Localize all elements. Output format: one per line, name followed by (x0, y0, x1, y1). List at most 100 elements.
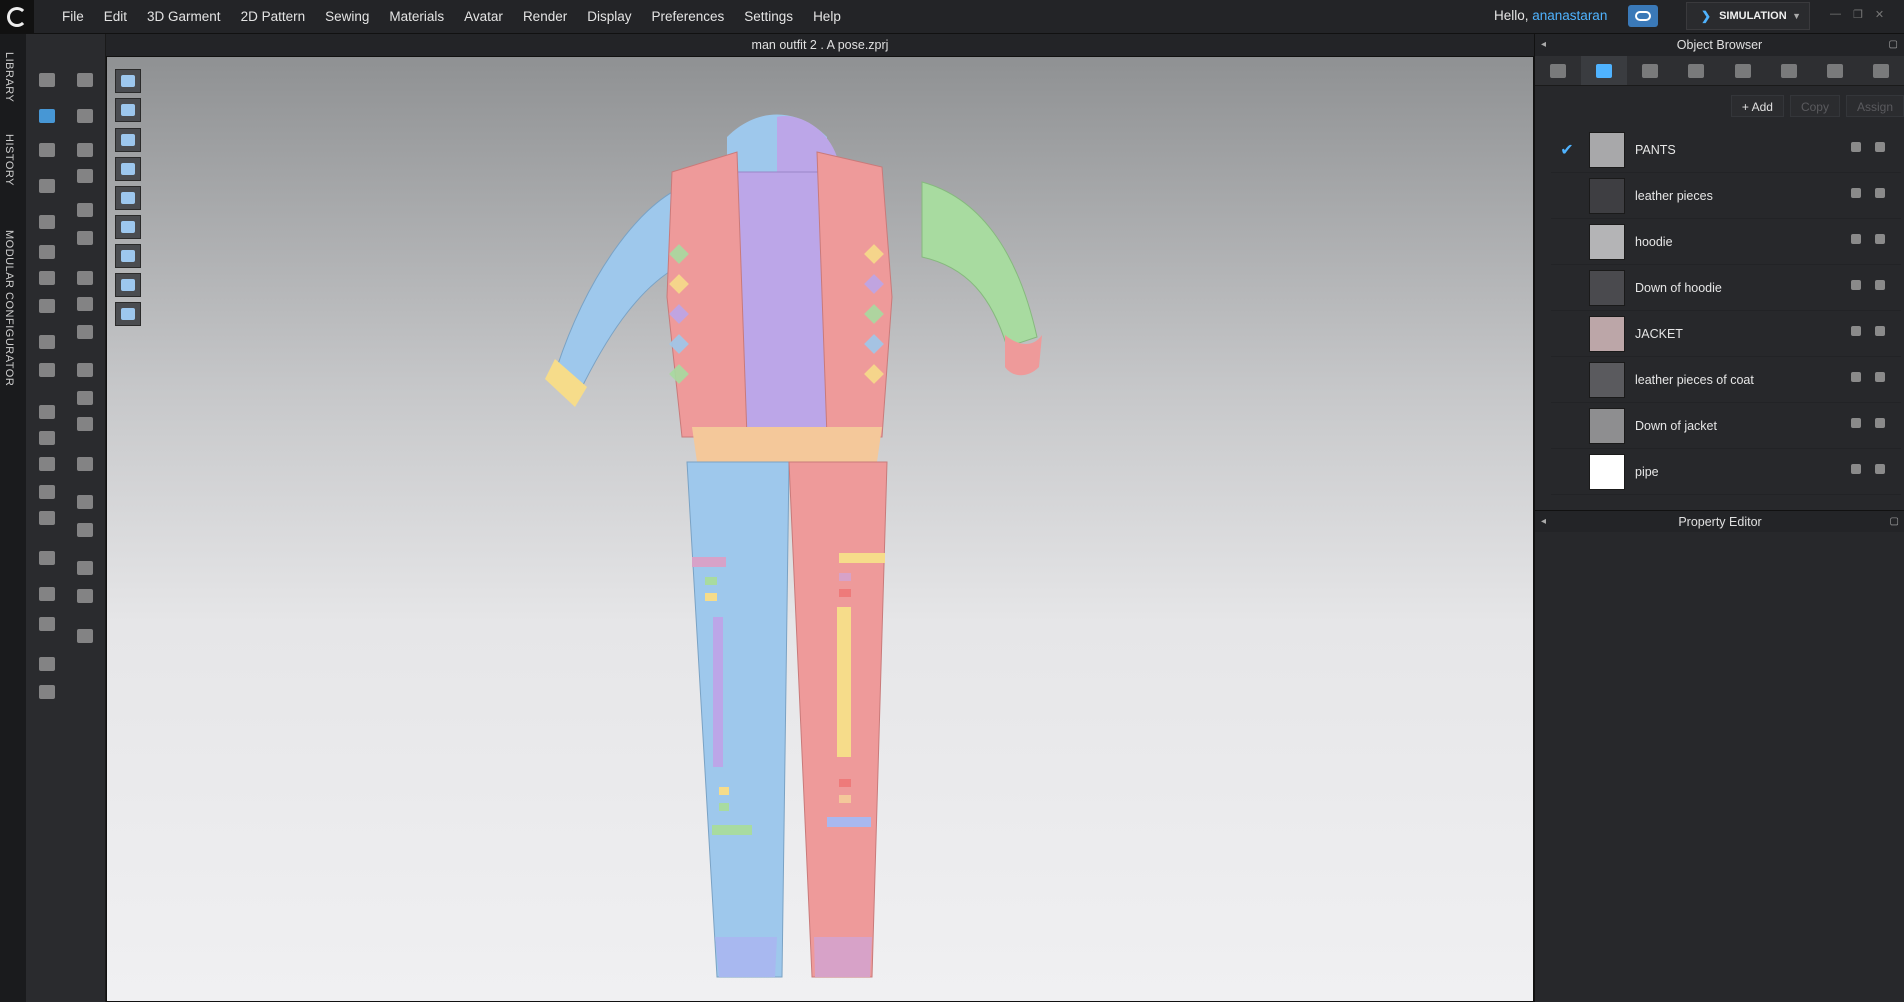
shirt-tool-icon[interactable] (34, 652, 60, 676)
select-move-tool-icon[interactable] (34, 104, 60, 128)
fabric-delete-icon[interactable] (1875, 464, 1885, 474)
tab-trim[interactable] (1812, 56, 1858, 85)
3d-viewport[interactable] (106, 56, 1534, 1002)
tab-library[interactable]: LIBRARY (3, 52, 15, 102)
menu-edit[interactable]: Edit (94, 0, 137, 34)
app-logo-icon[interactable] (0, 0, 34, 34)
view-avatar-skin-icon[interactable] (115, 273, 141, 297)
menu-file[interactable]: File (52, 0, 94, 34)
view-strain-map-icon[interactable] (115, 215, 141, 239)
menu-2d-pattern[interactable]: 2D Pattern (231, 0, 316, 34)
zipper-tool-icon[interactable] (72, 412, 98, 436)
avatar-edit-tool-icon[interactable] (34, 546, 60, 570)
minimize-icon[interactable]: — (1830, 8, 1841, 21)
fabric-swatch[interactable] (1589, 269, 1625, 306)
fabric-swatch[interactable] (1589, 223, 1625, 260)
fabric-delete-icon[interactable] (1875, 326, 1885, 336)
fabric-delete-icon[interactable] (1875, 418, 1885, 428)
fabric-swatch[interactable] (1589, 177, 1625, 214)
shirt-alt-tool-icon[interactable] (34, 680, 60, 704)
buttonhole-tool-icon[interactable] (72, 386, 98, 410)
simulate-tool-icon[interactable] (34, 68, 60, 92)
fabric-swatch[interactable] (1589, 407, 1625, 444)
float-panel-icon[interactable]: ▢ (1889, 34, 1898, 56)
fabric-swatch[interactable] (1589, 131, 1625, 168)
fabric-settings-icon[interactable] (1851, 188, 1861, 198)
fabric-list-item[interactable]: Down of jacket (1551, 403, 1901, 449)
tab-buttonhole[interactable] (1673, 56, 1719, 85)
menu-sewing[interactable]: Sewing (315, 0, 379, 34)
assign-button[interactable]: Assign (1845, 95, 1904, 117)
avatar-pose-tool-icon[interactable] (72, 68, 98, 92)
transform-pattern-tool-icon[interactable] (34, 138, 60, 162)
tab-history[interactable]: HISTORY (3, 134, 15, 186)
trim-tool-icon[interactable] (34, 452, 60, 476)
menu-display[interactable]: Display (577, 0, 641, 34)
menu-avatar[interactable]: Avatar (454, 0, 513, 34)
view-garment-icon[interactable] (115, 98, 141, 122)
tab-ruler[interactable] (1858, 56, 1904, 85)
menu-render[interactable]: Render (513, 0, 577, 34)
float-panel-icon[interactable]: ▢ (1890, 511, 1899, 533)
tab-fabric[interactable] (1581, 56, 1628, 85)
view-fabric-icon[interactable] (115, 69, 141, 93)
drag-axis-tool-icon[interactable] (72, 624, 98, 648)
fabric-swatch[interactable] (1589, 315, 1625, 352)
shading-tool-icon[interactable] (72, 584, 98, 608)
menu-materials[interactable]: Materials (379, 0, 454, 34)
sewing-tool-icon[interactable] (34, 266, 60, 290)
fold-tool-icon[interactable] (72, 138, 98, 162)
hanger-tool-icon[interactable] (34, 506, 60, 530)
flat-render-tool-icon[interactable] (72, 518, 98, 542)
fabric-list-item[interactable]: JACKET (1551, 311, 1901, 357)
fabric-settings-icon[interactable] (1851, 280, 1861, 290)
view-texture-icon[interactable] (115, 157, 141, 181)
graphic-tool-icon[interactable] (34, 426, 60, 450)
fabric-swatch[interactable] (1589, 453, 1625, 490)
garment-3d-model[interactable] (527, 97, 1127, 997)
gather-tool-icon[interactable] (34, 294, 60, 318)
fabric-delete-icon[interactable] (1875, 234, 1885, 244)
fold-arrangement-tool-icon[interactable] (72, 164, 98, 188)
avatar-measure-tool-icon[interactable] (72, 266, 98, 290)
fabric-delete-icon[interactable] (1875, 142, 1885, 152)
fabric-settings-icon[interactable] (1851, 464, 1861, 474)
puckering-line-tool-icon[interactable] (72, 490, 98, 514)
fitting-suit-tool-icon[interactable] (34, 480, 60, 504)
garment-tool-icon[interactable] (34, 174, 60, 198)
fabric-settings-icon[interactable] (1851, 372, 1861, 382)
fabric-list-item[interactable]: pipe (1551, 449, 1901, 495)
fabric-settings-icon[interactable] (1851, 326, 1861, 336)
menu-preferences[interactable]: Preferences (641, 0, 734, 34)
texture-tool-icon[interactable] (72, 292, 98, 316)
fabric-settings-icon[interactable] (1851, 418, 1861, 428)
topstitch-tool-icon[interactable] (34, 400, 60, 424)
button-tool-icon[interactable] (72, 358, 98, 382)
fabric-swatch[interactable] (1589, 361, 1625, 398)
fabric-delete-icon[interactable] (1875, 280, 1885, 290)
piping-tool-icon[interactable] (72, 452, 98, 476)
menu-settings[interactable]: Settings (734, 0, 803, 34)
tab-modular-configurator[interactable]: MODULAR CONFIGURATOR (3, 230, 15, 386)
fabric-delete-icon[interactable] (1875, 372, 1885, 382)
fabric-settings-icon[interactable] (1851, 142, 1861, 152)
pin-tool-icon[interactable] (72, 226, 98, 250)
mode-selector[interactable]: ❯ SIMULATION ▼ (1686, 2, 1810, 30)
restore-icon[interactable]: ❐ (1853, 8, 1863, 21)
view-thickness-icon[interactable] (115, 244, 141, 268)
fabric-list-item[interactable]: leather pieces of coat (1551, 357, 1901, 403)
fabric-list-item[interactable]: ✔ PANTS (1551, 127, 1901, 173)
view-mesh-icon[interactable] (115, 186, 141, 210)
view-environment-icon[interactable] (115, 302, 141, 326)
fabric-delete-icon[interactable] (1875, 188, 1885, 198)
tack-tool-icon[interactable] (72, 198, 98, 222)
puckering-tool-icon[interactable] (72, 320, 98, 344)
username-link[interactable]: ananastaran (1532, 8, 1607, 23)
tab-topstitch[interactable] (1720, 56, 1766, 85)
fabric-settings-icon[interactable] (1851, 234, 1861, 244)
fabric-list-item[interactable]: leather pieces (1551, 173, 1901, 219)
cloud-sync-button[interactable] (1628, 5, 1658, 27)
add-button[interactable]: + Add (1730, 95, 1784, 117)
fabric-list-item[interactable]: Down of hoodie (1551, 265, 1901, 311)
ruler-tool-icon[interactable] (34, 612, 60, 636)
